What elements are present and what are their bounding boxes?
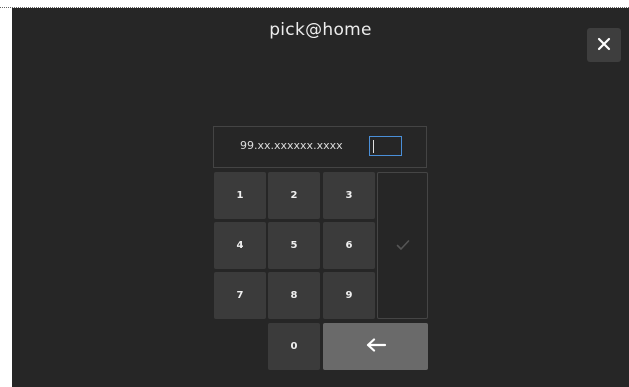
confirm-button[interactable]: [377, 172, 428, 319]
text-caret: [373, 140, 374, 153]
key-4[interactable]: 4: [214, 222, 266, 269]
code-prefix: 99.xx.xxxxxx.xxxx: [240, 139, 343, 152]
backspace-button[interactable]: [323, 323, 428, 370]
pin-entry-screen: pick@home 99.xx.xxxxxx.xxxx 1 2 3 4 5 6 …: [12, 8, 629, 387]
key-7[interactable]: 7: [214, 272, 266, 319]
page-title: pick@home: [269, 20, 372, 40]
key-9[interactable]: 9: [323, 272, 375, 319]
key-6[interactable]: 6: [323, 222, 375, 269]
key-2[interactable]: 2: [268, 172, 320, 219]
key-3[interactable]: 3: [323, 172, 375, 219]
close-button[interactable]: [587, 28, 621, 62]
code-display: 99.xx.xxxxxx.xxxx: [213, 126, 427, 168]
key-1[interactable]: 1: [214, 172, 266, 219]
key-8[interactable]: 8: [268, 272, 320, 319]
key-5[interactable]: 5: [268, 222, 320, 269]
code-input-field[interactable]: [369, 136, 402, 156]
check-icon: [396, 236, 410, 255]
close-icon: [597, 36, 611, 55]
key-0[interactable]: 0: [268, 323, 320, 370]
backspace-arrow-icon: [365, 337, 387, 356]
